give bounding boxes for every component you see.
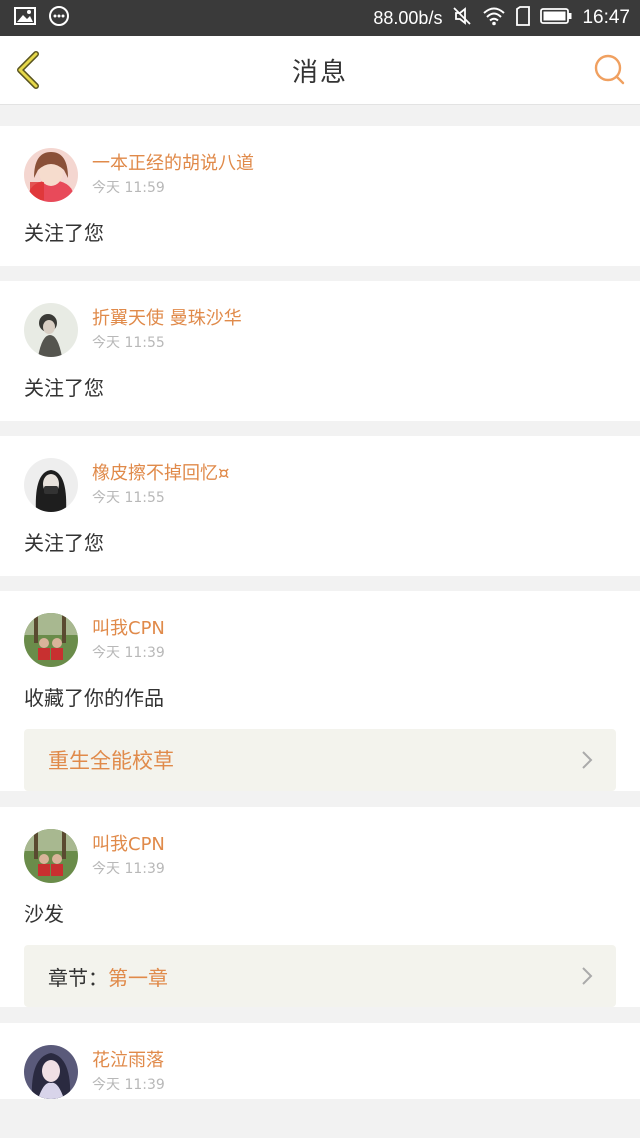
action-text: 关注了您: [24, 376, 104, 400]
user-name[interactable]: 橡皮擦不掉回忆¤: [92, 461, 229, 487]
timestamp: 今天 11:59: [92, 180, 165, 196]
message-card[interactable]: 橡皮擦不掉回忆¤ 今天 11:55 关注了您: [0, 436, 640, 576]
image-icon: [14, 7, 36, 29]
page-title: 消息: [291, 57, 348, 88]
timestamp: 今天 11:39: [92, 645, 165, 661]
user-name[interactable]: 叫我CPN: [92, 616, 165, 642]
message-card[interactable]: 花泣雨落 今天 11:39: [0, 1023, 640, 1099]
message-list: 一本正经的胡说八道 今天 11:59 关注了您 折翼天使 曼珠沙华 今天 11:…: [0, 126, 640, 1114]
action-text: 收藏了你的作品: [24, 686, 164, 710]
message-card[interactable]: 叫我CPN 今天 11:39 沙发 章节：第一章: [0, 807, 640, 1007]
clock: 16:47: [582, 7, 630, 28]
message-card[interactable]: 一本正经的胡说八道 今天 11:59 关注了您: [0, 126, 640, 266]
avatar[interactable]: [24, 148, 78, 202]
user-name[interactable]: 叫我CPN: [92, 832, 165, 858]
user-name[interactable]: 一本正经的胡说八道: [92, 151, 254, 177]
chapter-title: 第一章: [108, 965, 168, 990]
avatar[interactable]: [24, 303, 78, 357]
nav-bar: 消息: [0, 36, 640, 105]
status-bar: 88.00b/s 16:47: [0, 0, 640, 36]
avatar[interactable]: [24, 829, 78, 883]
timestamp: 今天 11:55: [92, 490, 165, 506]
wifi-icon: [482, 6, 506, 30]
work-link[interactable]: 重生全能校草: [24, 729, 616, 791]
chapter-label: 章节：: [48, 965, 108, 990]
sim-icon: [516, 6, 531, 30]
message-card[interactable]: 折翼天使 曼珠沙华 今天 11:55 关注了您: [0, 281, 640, 421]
chapter-link[interactable]: 章节：第一章: [24, 945, 616, 1007]
chevron-right-icon: [582, 967, 593, 985]
user-name[interactable]: 折翼天使 曼珠沙华: [92, 306, 242, 332]
timestamp: 今天 11:39: [92, 861, 165, 877]
avatar[interactable]: [24, 1045, 78, 1099]
battery-icon: [540, 7, 572, 29]
timestamp: 今天 11:55: [92, 335, 165, 351]
network-speed: 88.00b/s: [373, 7, 443, 28]
avatar[interactable]: [24, 458, 78, 512]
message-icon: [48, 5, 70, 31]
back-button[interactable]: [12, 50, 48, 90]
avatar[interactable]: [24, 613, 78, 667]
message-card[interactable]: 叫我CPN 今天 11:39 收藏了你的作品 重生全能校草: [0, 591, 640, 791]
timestamp: 今天 11:39: [92, 1077, 165, 1093]
action-text: 关注了您: [24, 221, 104, 245]
chevron-right-icon: [582, 751, 593, 769]
mute-icon: [452, 6, 472, 30]
search-icon: [594, 54, 625, 85]
search-button[interactable]: [594, 54, 626, 86]
chevron-left-icon: [17, 51, 39, 89]
work-title: 重生全能校草: [48, 749, 174, 773]
action-text: 关注了您: [24, 531, 104, 555]
user-name[interactable]: 花泣雨落: [92, 1048, 165, 1074]
action-text: 沙发: [24, 902, 64, 926]
